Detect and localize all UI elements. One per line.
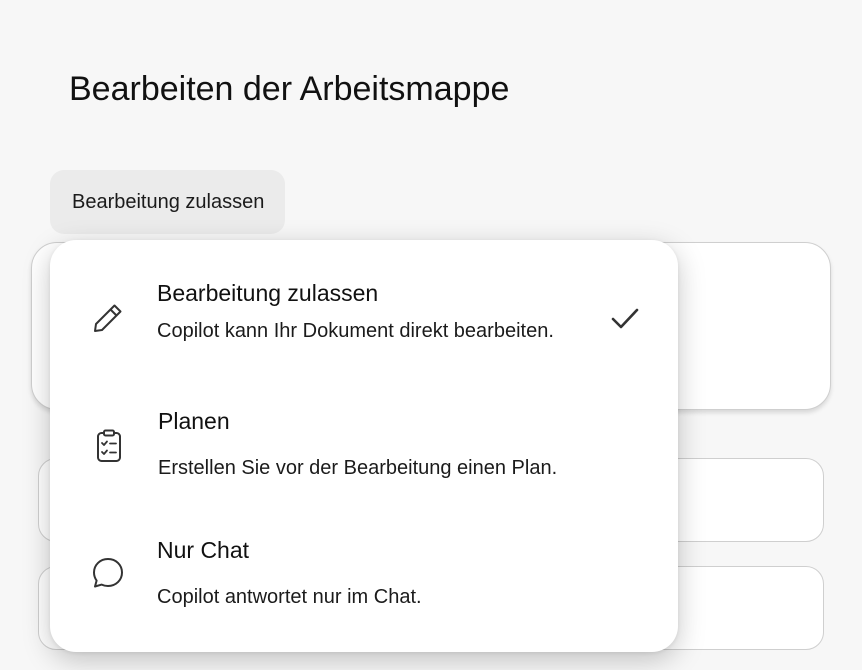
page-title: Bearbeiten der Arbeitsmappe	[69, 70, 510, 108]
menu-item-description: Copilot antwortet nur im Chat.	[157, 586, 422, 608]
menu-item-plan[interactable]: Planen Erstellen Sie vor der Bearbeitung…	[50, 408, 678, 528]
checkmark-icon	[611, 308, 639, 329]
pencil-icon	[94, 304, 122, 332]
edit-mode-dropdown-label: Bearbeitung zulassen	[72, 190, 265, 213]
chat-bubble-icon	[93, 558, 123, 588]
menu-item-title: Nur Chat	[157, 537, 250, 563]
menu-item-allow-editing[interactable]: Bearbeitung zulassen Copilot kann Ihr Do…	[50, 280, 678, 400]
menu-item-title: Bearbeitung zulassen	[157, 280, 379, 306]
clipboard-checklist-icon	[97, 429, 121, 462]
workbook-edit-panel: Bearbeiten der Arbeitsmappe Bearbeitung …	[0, 0, 862, 670]
menu-item-chat-only[interactable]: Nur Chat Copilot antwortet nur im Chat.	[50, 537, 678, 657]
menu-item-title: Planen	[158, 408, 230, 434]
menu-item-description: Erstellen Sie vor der Bearbeitung einen …	[158, 457, 558, 479]
edit-mode-dropdown[interactable]: Bearbeitung zulassen	[50, 170, 285, 234]
edit-mode-menu: Bearbeitung zulassen Copilot kann Ihr Do…	[50, 240, 678, 652]
menu-item-description: Copilot kann Ihr Dokument direkt bearbei…	[157, 320, 554, 342]
